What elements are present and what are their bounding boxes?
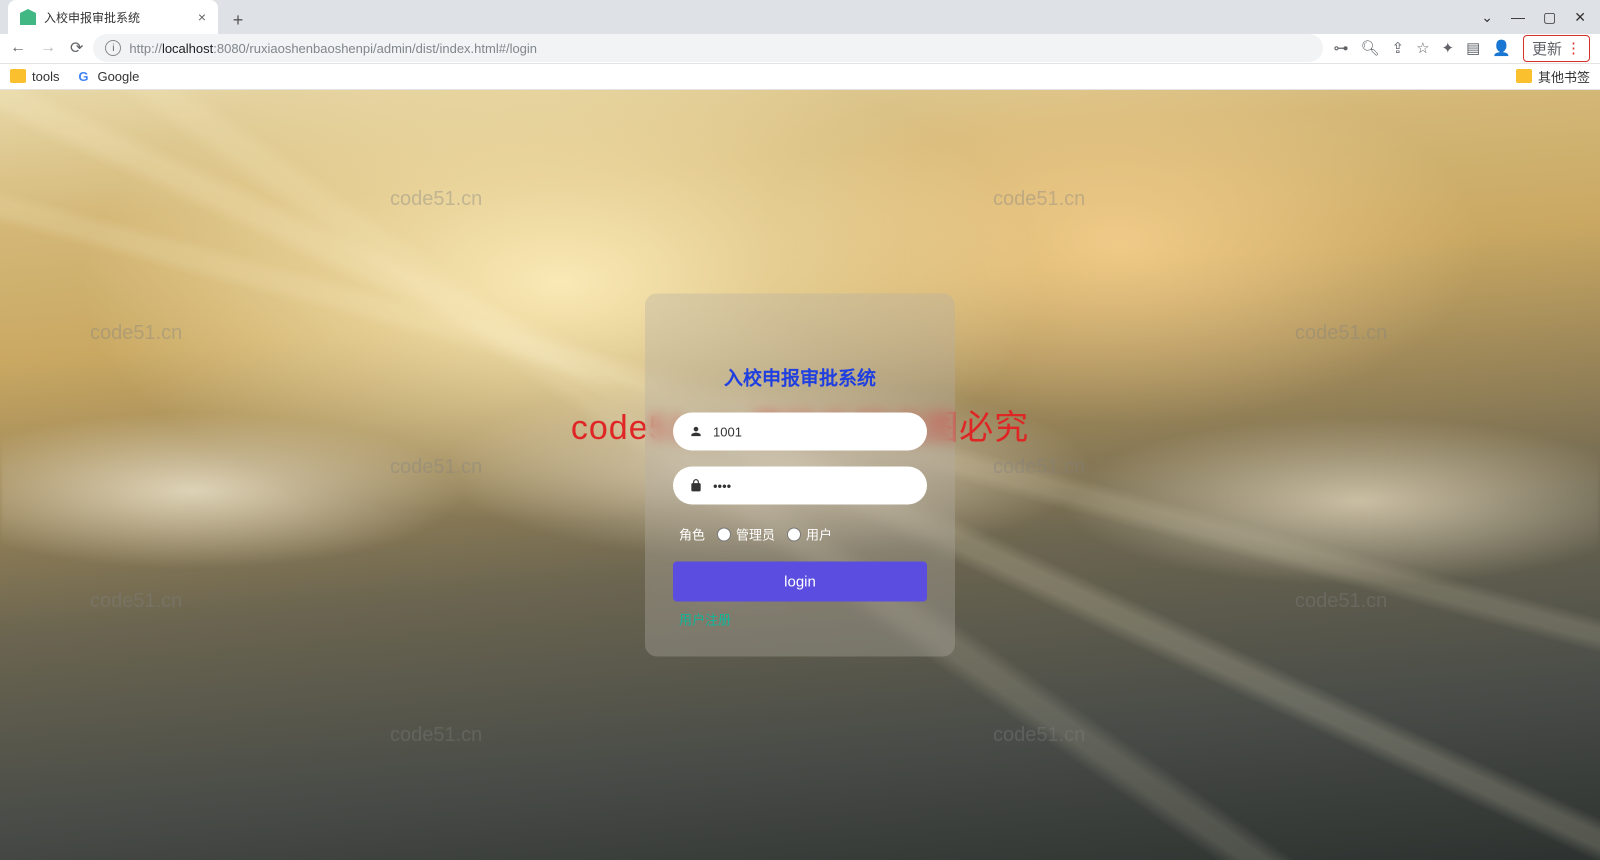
url-bar[interactable]: i http://localhost:8080/ruxiaoshenbaoshe… (93, 34, 1323, 62)
back-icon[interactable]: ← (10, 39, 26, 57)
username-input[interactable] (713, 424, 911, 439)
forward-icon[interactable]: → (40, 39, 56, 57)
role-option-user[interactable]: 用户 (787, 525, 832, 544)
bookmark-label: tools (32, 69, 59, 84)
window-controls: ⌄ — ▢ ✕ (1467, 0, 1600, 34)
role-radio-user[interactable] (787, 527, 801, 541)
bookmark-star-icon[interactable]: ☆ (1416, 39, 1429, 57)
profile-avatar-icon[interactable]: 👤 (1492, 39, 1511, 57)
reload-icon[interactable]: ⟳ (70, 38, 83, 58)
site-info-icon[interactable]: i (105, 40, 121, 56)
password-field[interactable] (673, 467, 927, 505)
menu-dots-icon: ⋮ (1566, 39, 1581, 57)
side-panel-icon[interactable]: ▤ (1466, 39, 1480, 57)
folder-icon (10, 69, 26, 83)
bookmark-google[interactable]: G Google (75, 68, 139, 84)
password-input[interactable] (713, 478, 911, 493)
tab-title: 入校申报审批系统 (44, 9, 140, 26)
close-tab-icon[interactable]: × (198, 9, 206, 25)
address-bar-row: ← → ⟳ i http://localhost:8080/ruxiaoshen… (0, 34, 1600, 64)
folder-icon (1516, 69, 1532, 83)
google-icon: G (75, 68, 91, 84)
browser-chrome: 入校申报审批系统 × + ⌄ — ▢ ✕ ← → ⟳ i http://loca… (0, 0, 1600, 90)
close-window-icon[interactable]: ✕ (1574, 9, 1586, 26)
bookmark-label: Google (97, 69, 139, 84)
login-panel: 入校申报审批系统 角色 管理员 用户 login 用户注册 (645, 294, 955, 657)
new-tab-button[interactable]: + (224, 6, 252, 34)
role-row: 角色 管理员 用户 (679, 525, 927, 544)
browser-tab[interactable]: 入校申报审批系统 × (8, 0, 218, 34)
zoom-icon[interactable]: 🔍︎ (1360, 39, 1379, 57)
nav-buttons: ← → ⟳ (10, 38, 83, 58)
tab-bar: 入校申报审批系统 × + ⌄ — ▢ ✕ (0, 0, 1600, 34)
bookmark-other[interactable]: 其他书签 (1516, 67, 1590, 86)
update-button[interactable]: 更新 ⋮ (1523, 35, 1590, 62)
minimize-icon[interactable]: — (1511, 9, 1525, 25)
role-label: 角色 (679, 525, 705, 544)
login-title: 入校申报审批系统 (673, 364, 927, 391)
page-background: code51.cn code51.cn code51.cn code51.cn … (0, 90, 1600, 860)
share-icon[interactable]: ⇪ (1392, 39, 1405, 57)
chevron-down-icon[interactable]: ⌄ (1481, 9, 1493, 26)
bookmark-label: 其他书签 (1538, 67, 1590, 86)
extensions-icon[interactable]: ✦ (1442, 39, 1455, 57)
lock-icon (689, 479, 703, 493)
role-option-admin[interactable]: 管理员 (717, 525, 775, 544)
update-label: 更新 (1532, 38, 1562, 59)
toolbar-right: ⊶ 🔍︎ ⇪ ☆ ✦ ▤ 👤 更新 ⋮ (1333, 35, 1590, 62)
role-admin-label: 管理员 (736, 525, 775, 544)
bookmarks-bar: tools G Google 其他书签 (0, 64, 1600, 90)
login-button[interactable]: login (673, 562, 927, 602)
maximize-icon[interactable]: ▢ (1543, 9, 1556, 26)
key-icon[interactable]: ⊶ (1333, 39, 1348, 57)
vue-favicon-icon (20, 9, 36, 25)
user-icon (689, 425, 703, 439)
url-text: http://localhost:8080/ruxiaoshenbaoshenp… (129, 41, 537, 56)
username-field[interactable] (673, 413, 927, 451)
register-link[interactable]: 用户注册 (673, 610, 927, 629)
role-radio-admin[interactable] (717, 527, 731, 541)
bookmark-tools[interactable]: tools (10, 69, 59, 84)
role-user-label: 用户 (806, 525, 832, 544)
